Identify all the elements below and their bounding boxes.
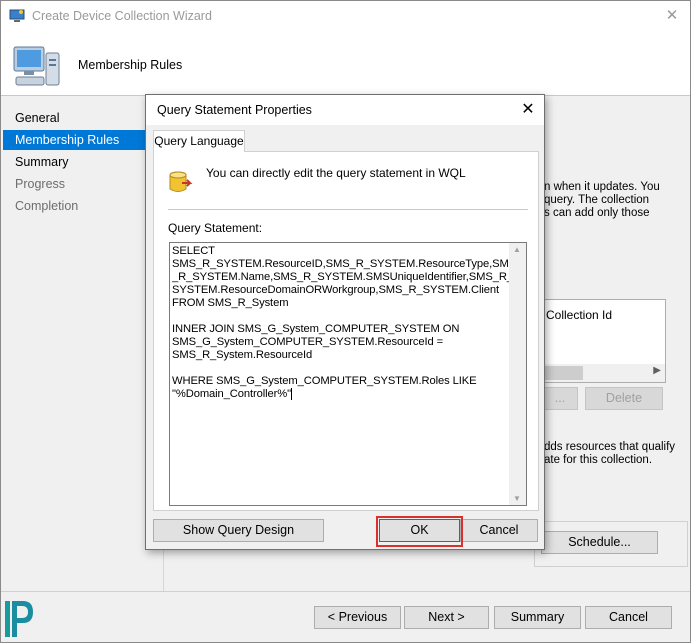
page-heading: Membership Rules [78, 58, 183, 72]
dialog-close-icon[interactable]: ✕ [518, 100, 538, 120]
list-horizontal-scrollbar[interactable]: ▶ [543, 364, 665, 382]
query-statement-dialog: Query Statement Properties ✕ Query Langu… [145, 94, 545, 550]
wizard-app-icon [9, 9, 25, 22]
computer-icon [13, 46, 60, 86]
nav-item-general[interactable]: General [3, 108, 161, 128]
description-line: s can add only those [544, 207, 650, 219]
dialog-titlebar: Query Statement Properties ✕ [146, 95, 544, 125]
schedule-button[interactable]: Schedule... [541, 531, 658, 554]
query-line [172, 310, 509, 323]
query-language-panel: You can directly edit the query statemen… [153, 151, 539, 511]
query-line: SMS_G_System_COMPUTER_SYSTEM.ResourceId … [172, 336, 444, 348]
edit-rule-button[interactable]: ... [542, 387, 578, 410]
wizard-close-icon[interactable]: ✕ [663, 7, 681, 25]
column-header-collection-id[interactable]: Collection Id [546, 308, 612, 322]
scrollbar-thumb[interactable] [543, 366, 583, 380]
prajwal-logo-icon [5, 601, 33, 637]
query-line: FROM SMS_R_System [172, 297, 289, 309]
dialog-cancel-button[interactable]: Cancel [460, 519, 538, 542]
query-statement-textarea[interactable]: SELECT SMS_R_SYSTEM.ResourceID,SMS_R_SYS… [169, 242, 527, 506]
wizard-nav: General Membership Rules Summary Progres… [1, 97, 163, 617]
nav-item-completion: Completion [15, 199, 79, 213]
delete-rule-button[interactable]: Delete [585, 387, 663, 410]
scroll-right-icon[interactable]: ▶ [653, 365, 661, 376]
membership-rules-list[interactable]: Collection Id ▶ [542, 299, 666, 383]
query-line: INNER JOIN SMS_G_System_COMPUTER_SYSTEM … [172, 323, 460, 335]
wizard-header: Membership Rules [1, 32, 690, 96]
panel-divider [168, 209, 528, 210]
query-line: SYSTEM.ResourceDomainORWorkgroup,SMS_R_S… [172, 284, 500, 296]
previous-button[interactable]: < Previous [314, 606, 401, 629]
wizard-title: Create Device Collection Wizard [32, 9, 212, 23]
membership-description: n when it updates. You query. The collec… [544, 181, 684, 220]
query-line [172, 362, 509, 375]
tab-query-language[interactable]: Query Language [153, 130, 245, 152]
query-line: SELECT [172, 245, 215, 257]
summary-button[interactable]: Summary [494, 606, 581, 629]
description-line: ate for this collection. [544, 454, 653, 466]
query-line: WHERE SMS_G_System_COMPUTER_SYSTEM.Roles… [172, 375, 477, 387]
nav-item-summary[interactable]: Summary [3, 152, 161, 172]
query-line: "%Domain_Controller%" [172, 388, 292, 400]
query-database-icon [169, 171, 193, 192]
wizard-titlebar: Create Device Collection Wizard ✕ [1, 1, 690, 32]
dialog-title: Query Statement Properties [157, 103, 312, 117]
show-query-design-button[interactable]: Show Query Design [153, 519, 324, 542]
wizard-cancel-button[interactable]: Cancel [585, 606, 672, 629]
description-line: n when it updates. You [544, 181, 660, 193]
query-line: _R_SYSTEM.Name,SMS_R_SYSTEM.SMSUniqueIde… [172, 271, 509, 283]
description-line: dds resources that qualify [544, 441, 676, 453]
query-line: SMS_R_System.ResourceId [172, 349, 313, 361]
query-text[interactable]: SELECT SMS_R_SYSTEM.ResourceID,SMS_R_SYS… [172, 245, 509, 401]
query-line-last: "%Domain_Controller%" [172, 388, 509, 401]
nav-item-membership-rules[interactable]: Membership Rules [3, 130, 161, 150]
query-statement-label: Query Statement: [168, 221, 263, 235]
ok-highlight-box [376, 516, 463, 547]
wql-hint: You can directly edit the query statemen… [206, 166, 466, 180]
next-button[interactable]: Next > [404, 606, 489, 629]
scroll-down-icon[interactable]: ▼ [513, 494, 521, 503]
query-vertical-scrollbar[interactable]: ▲ ▼ [509, 243, 526, 505]
incremental-description: dds resources that qualify ate for this … [544, 441, 684, 467]
footer-divider [1, 591, 690, 592]
nav-item-progress: Progress [15, 177, 66, 191]
scroll-up-icon[interactable]: ▲ [513, 245, 521, 254]
description-line: query. The collection [544, 194, 650, 206]
text-caret [291, 388, 293, 401]
query-line: SMS_R_SYSTEM.ResourceID,SMS_R_SYSTEM.Res… [172, 258, 509, 270]
